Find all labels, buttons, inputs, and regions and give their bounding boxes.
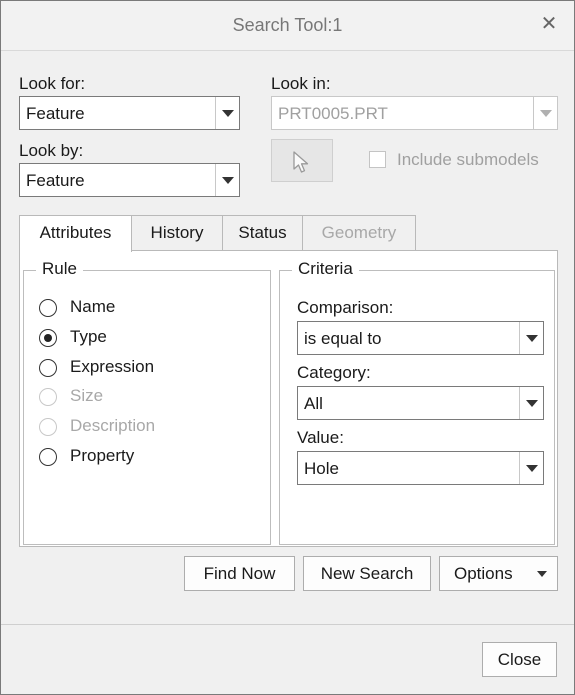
look-for-label: Look for:	[19, 74, 86, 93]
rule-option-label: Name	[70, 297, 116, 316]
chevron-down-icon[interactable]	[519, 452, 543, 484]
category-label: Category:	[297, 363, 371, 382]
chevron-down-icon[interactable]	[215, 97, 239, 129]
chevron-down-icon[interactable]	[215, 164, 239, 196]
rule-option-label: Type	[70, 327, 107, 346]
rule-group: Rule Name Type Expression Size Descripti…	[23, 259, 271, 545]
include-submodels-label: Include submodels	[397, 150, 539, 169]
rule-option-label: Description	[70, 416, 156, 435]
find-now-button[interactable]: Find Now	[184, 556, 295, 591]
look-in-value: PRT0005.PRT	[278, 104, 388, 123]
criteria-group-title: Criteria	[292, 259, 359, 279]
window-title: Search Tool:1	[232, 15, 343, 35]
radio-button	[39, 418, 57, 436]
pick-model-button	[271, 139, 333, 182]
rule-group-title: Rule	[36, 259, 83, 279]
look-by-select[interactable]: Feature	[19, 163, 240, 197]
tab-geometry: Geometry	[302, 215, 416, 251]
look-by-label: Look by:	[19, 141, 84, 160]
new-search-button[interactable]: New Search	[303, 556, 431, 591]
radio-button[interactable]	[39, 329, 57, 347]
comparison-label: Comparison:	[297, 298, 394, 317]
value-label: Value:	[297, 428, 344, 447]
rule-option-label: Property	[70, 446, 135, 465]
include-submodels-checkbox[interactable]	[369, 151, 386, 168]
close-icon[interactable]: ✕	[538, 13, 560, 35]
chevron-down-icon[interactable]	[537, 571, 547, 577]
comparison-value: is equal to	[304, 329, 382, 348]
divider	[1, 624, 574, 625]
title-bar[interactable]: Search Tool:1 ✕	[1, 1, 574, 51]
radio-button	[39, 388, 57, 406]
value-select[interactable]: Hole	[297, 451, 544, 485]
comparison-select[interactable]: is equal to	[297, 321, 544, 355]
radio-button[interactable]	[39, 359, 57, 377]
rule-option-label: Expression	[70, 357, 155, 376]
radio-button[interactable]	[39, 448, 57, 466]
close-button[interactable]: Close	[482, 642, 557, 677]
tab-attributes[interactable]: Attributes	[19, 215, 132, 252]
look-by-value: Feature	[26, 171, 85, 190]
look-for-value: Feature	[26, 104, 85, 123]
cursor-arrow-icon	[293, 151, 309, 173]
category-value: All	[304, 394, 323, 413]
criteria-group: Criteria Comparison: is equal to Categor…	[279, 259, 555, 545]
tab-history[interactable]: History	[131, 215, 223, 251]
look-for-select[interactable]: Feature	[19, 96, 240, 130]
options-button-label: Options	[454, 564, 513, 583]
search-tool-dialog: Search Tool:1 ✕ Look for: Feature Look b…	[0, 0, 575, 695]
options-button[interactable]: Options	[439, 556, 558, 591]
look-in-label: Look in:	[271, 74, 331, 93]
rule-option-label: Size	[70, 386, 104, 405]
radio-button[interactable]	[39, 299, 57, 317]
chevron-down-icon[interactable]	[519, 322, 543, 354]
chevron-down-icon	[533, 97, 557, 129]
tab-status[interactable]: Status	[222, 215, 303, 251]
category-select[interactable]: All	[297, 386, 544, 420]
look-in-select: PRT0005.PRT	[271, 96, 558, 130]
chevron-down-icon[interactable]	[519, 387, 543, 419]
attributes-panel: Rule Name Type Expression Size Descripti…	[19, 250, 558, 547]
value-value: Hole	[304, 459, 339, 478]
